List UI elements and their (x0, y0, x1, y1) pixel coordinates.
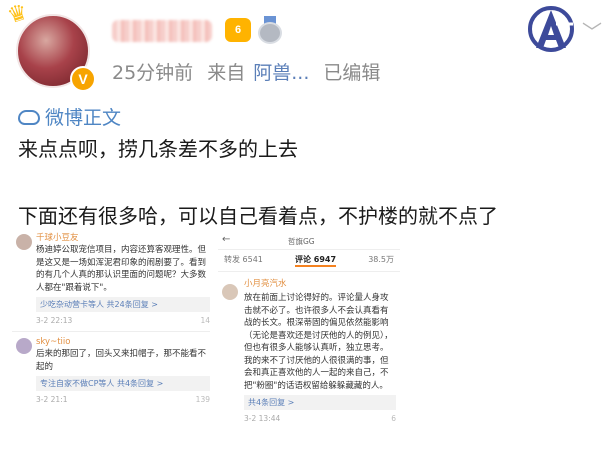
avatar[interactable]: ♛ V (4, 0, 96, 94)
edited-label[interactable]: 已编辑 (323, 62, 380, 84)
comment-item: sky~tiio 后来的那回了，回头又来扣帽子，那不能看不起的 专注自家不做CP… (12, 336, 210, 406)
comment-avatar (16, 338, 32, 354)
tab-repost: 转发 6541 (224, 255, 263, 264)
source-prefix: 来自 (207, 62, 246, 84)
comment-text: 杨迪婷公取宠信项目，内容还算客观理性。但是这又是一场如浑泥君印象的闹剧要了。看到… (36, 245, 207, 293)
comment-footer: 3-2 21:1 139 (36, 394, 210, 406)
comment-item: 千球小豆友 杨迪婷公取宠信项目，内容还算客观理性。但是这又是一场如浑泥君印象的闹… (12, 232, 210, 327)
back-arrow-icon: ← (222, 234, 231, 245)
thumb-title: 哲旗GG (288, 237, 315, 246)
comment-like-count: 139 (195, 395, 210, 404)
comment-name: sky~tiio (36, 337, 71, 347)
thumb-topbar: ← 哲旗GG (218, 232, 400, 250)
comment-time: 3-2 22:13 (36, 316, 73, 325)
comment-name: 小月亮汽水 (244, 279, 287, 289)
verified-v-icon: V (70, 66, 96, 92)
comment-footer: 3-2 13:44 6 (244, 413, 396, 425)
image-thumbnail-1[interactable]: 千球小豆友 杨迪婷公取宠信项目，内容还算客观理性。但是这又是一场如浑泥君印象的闹… (12, 232, 210, 444)
comment-replies: 少吃杂动营卡等人 共24条回复 > (36, 297, 210, 312)
comment-like-count: 14 (200, 316, 210, 325)
level-badge-icon[interactable]: 6 (225, 18, 251, 42)
divider (12, 331, 210, 332)
post-time: 25分钟前 (112, 62, 194, 84)
source-link[interactable]: 阿兽... (253, 62, 309, 84)
comment-replies: 共4条回复 > (244, 395, 396, 410)
tab-likes: 38.5万 (368, 255, 394, 264)
comment-text: 后来的那回了，回头又来扣帽子，那不能看不起的 (36, 349, 207, 372)
comment-avatar (16, 234, 32, 250)
comment-footer: 3-2 22:13 14 (36, 315, 210, 327)
post-meta: 25分钟前 来自 阿兽... 已编辑 (112, 58, 388, 85)
comment-time: 3-2 21:1 (36, 395, 68, 404)
post-text-line-2: 下面还有很多哈，可以自己看着点，不护楼的就不点了 (18, 204, 498, 228)
tab-comments: 评论 6947 (295, 254, 337, 267)
image-thumbnail-2[interactable]: ← 哲旗GG 转发 6541 评论 6947 38.5万 小月亮汽水 放在前面上… (218, 232, 400, 444)
comment-text: 放在前面上讨论得好的。评论量人身攻击就不必了。也许很多人不会认真看有战的长文。根… (244, 293, 393, 391)
comment-like-count: 6 (391, 414, 396, 423)
comment-avatar (222, 284, 238, 300)
cloud-icon (18, 110, 40, 125)
comment-name: 千球小豆友 (36, 233, 79, 243)
thumb-comment: 小月亮汽水 放在前面上讨论得好的。评论量人身攻击就不必了。也许很多人不会认真看有… (218, 272, 400, 425)
thumb-tabs: 转发 6541 评论 6947 38.5万 (218, 250, 400, 272)
medal-icon[interactable] (258, 16, 282, 44)
crown-icon: ♛ (4, 0, 31, 30)
weibo-text-label: 微博正文 (45, 107, 122, 129)
avengers-logo-icon[interactable] (526, 4, 576, 54)
chevron-down-icon[interactable]: ﹀ (582, 16, 602, 45)
comment-time: 3-2 13:44 (244, 414, 281, 423)
username-blurred[interactable] (112, 20, 212, 42)
post-header: ♛ V 6 25分钟前 来自 阿兽... 已编辑 ﹀ (0, 0, 610, 100)
weibo-text-tag[interactable]: 微博正文 (18, 103, 121, 130)
post-text-line-1: 来点点呗，捞几条差不多的上去 (18, 137, 298, 161)
comment-replies: 专注自家不做CP等人 共4条回复 > (36, 376, 210, 391)
